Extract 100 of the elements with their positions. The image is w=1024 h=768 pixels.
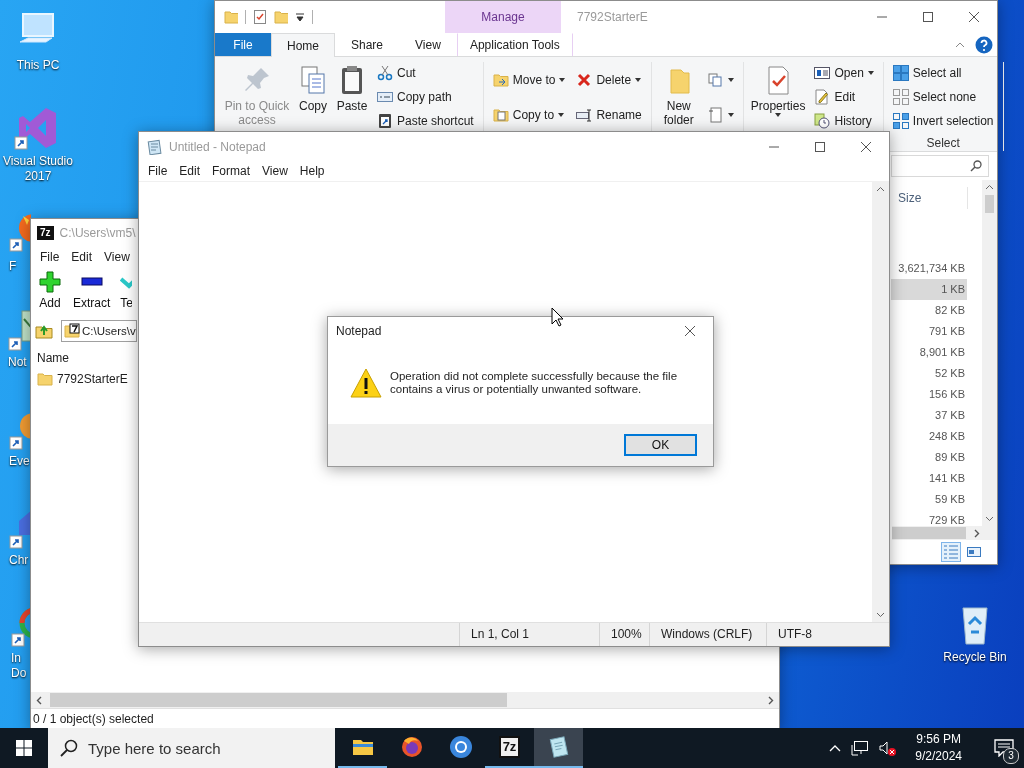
scroll-thumb[interactable]: [892, 527, 966, 539]
ribbon-button[interactable]: Cut: [375, 62, 476, 84]
toolbar-button[interactable]: Extract: [71, 267, 113, 317]
menu-item[interactable]: View: [98, 247, 136, 267]
ribbon-button[interactable]: Edit: [812, 86, 876, 108]
maximize-icon: [923, 12, 933, 22]
horizontal-scrollbar[interactable]: [31, 692, 779, 708]
folder-icon[interactable]: [224, 9, 238, 25]
ribbon-button[interactable]: Invert selection: [890, 110, 996, 132]
ribbon-tab[interactable]: Application Tools: [456, 33, 573, 56]
windows-logo-icon: [16, 740, 32, 756]
window-title: Untitled - Notepad: [169, 139, 267, 154]
ribbon-button[interactable]: Delete: [574, 68, 644, 91]
plus-icon: [39, 271, 61, 293]
status-text: 100%: [599, 623, 649, 646]
menu-item[interactable]: Edit: [173, 161, 207, 181]
ribbon-button[interactable]: Paste: [334, 62, 370, 132]
ribbon-button[interactable]: Select all: [890, 62, 996, 84]
menu-item[interactable]: Edit: [65, 247, 99, 267]
dropdown-caret-icon: [727, 112, 734, 117]
scroll-thumb[interactable]: [985, 195, 994, 213]
scroll-left-icon: [35, 695, 44, 705]
scroll-right-icon: [766, 695, 775, 705]
size-cell-text: 729 KB: [927, 513, 966, 528]
new-item-icon: [707, 71, 724, 88]
scroll-thumb[interactable]: [50, 693, 507, 707]
browser-icon: [448, 735, 473, 759]
size-cell-text: 8,901 KB: [918, 345, 966, 360]
copy-path-icon: [377, 89, 393, 105]
size-cell-text: 248 KB: [927, 429, 966, 444]
vertical-scrollbar[interactable]: [982, 180, 997, 526]
easy-access-icon: [707, 106, 724, 123]
size-cell-text: 141 KB: [927, 471, 966, 486]
window-title: C:\Users\vm5\: [59, 226, 136, 240]
ribbon-button[interactable]: Open: [812, 62, 876, 84]
search-icon: [60, 739, 78, 757]
rename-icon: [576, 106, 593, 123]
taskbar-button[interactable]: [534, 728, 583, 768]
scroll-down-icon: [985, 514, 994, 523]
customize-dropdown-icon[interactable]: [295, 12, 305, 22]
size-cell-text: 52 KB: [934, 366, 966, 381]
search-field[interactable]: [891, 155, 989, 177]
desktop-icon-label: Not: [8, 355, 28, 370]
ribbon-tab[interactable]: File: [215, 33, 271, 56]
ribbon-button[interactable]: Select none: [890, 86, 996, 108]
address-field[interactable]: C:\Users\v: [61, 320, 137, 342]
ribbon-tab[interactable]: View: [399, 33, 457, 56]
desktop-icon-label: In Do: [11, 651, 28, 681]
edit-icon: [814, 89, 831, 105]
search-field[interactable]: Type here to search: [48, 728, 335, 768]
size-cell-text: 82 KB: [934, 303, 966, 318]
dropdown-caret-icon: [867, 71, 874, 75]
select-all-icon: [892, 65, 909, 81]
desktop-icon-label: Recycle Bin: [943, 650, 1007, 665]
scroll-right-icon: [972, 528, 981, 538]
dropdown-caret-icon: [559, 77, 566, 82]
volume-muted-icon[interactable]: [879, 740, 898, 756]
dialog-title: Notepad: [336, 324, 383, 338]
help-icon[interactable]: [975, 35, 993, 54]
dropdown-caret-icon: [558, 112, 565, 117]
window-title: 7792StarterE: [577, 10, 649, 24]
menu-item[interactable]: File: [34, 247, 66, 267]
ribbon-button[interactable]: Rename: [574, 103, 644, 126]
ribbon-button[interactable]: New folder: [656, 62, 701, 132]
dropdown-caret-icon: [775, 113, 782, 117]
ribbon-button[interactable]: Copy: [295, 62, 331, 132]
firefox-icon: [399, 735, 424, 759]
notification-count: 3: [1003, 748, 1019, 764]
menu-item[interactable]: File: [142, 161, 174, 181]
ribbon-tab[interactable]: Share: [335, 33, 400, 56]
ok-button[interactable]: OK: [624, 434, 697, 456]
menu-item[interactable]: View: [256, 161, 294, 181]
toolbar-button[interactable]: Add: [37, 267, 63, 317]
status-text: Windows (CRLF): [649, 623, 766, 646]
ribbon-button[interactable]: Copy to: [490, 103, 568, 126]
open-icon: [814, 65, 831, 81]
notifications-button[interactable]: 3: [984, 728, 1024, 768]
toolbar-button[interactable]: Te: [120, 267, 133, 317]
maximize-icon: [815, 141, 825, 152]
file-name[interactable]: 7792StarterE: [57, 371, 128, 387]
dialog-message: Operation did not complete successfully because the file contains a virus or potentially unwanted software.: [390, 369, 679, 396]
ribbon-button[interactable]: Properties: [748, 62, 808, 132]
properties-icon[interactable]: [253, 9, 267, 25]
menu-item[interactable]: Format: [206, 161, 257, 181]
clock-date[interactable]: 9/2/2024: [915, 748, 962, 765]
close-icon: [969, 12, 979, 22]
vertical-scrollbar[interactable]: [872, 182, 889, 622]
ribbon-button[interactable]: Copy path: [375, 86, 476, 108]
network-icon[interactable]: [851, 740, 870, 756]
desktop-icon-label: Chr: [9, 553, 30, 568]
scissors-icon: [377, 65, 393, 81]
ribbon-button[interactable]: Move to: [490, 68, 568, 91]
ribbon-tab[interactable]: Home: [271, 33, 335, 57]
clock-time[interactable]: 9:56 PM: [916, 731, 961, 748]
size-cell-text: 89 KB: [934, 450, 966, 465]
horizontal-scrollbar[interactable]: [892, 526, 997, 540]
folder-icon[interactable]: [274, 9, 288, 25]
folder-icon: [37, 371, 53, 387]
notepad-icon: [147, 138, 163, 155]
menu-item[interactable]: Help: [293, 161, 331, 181]
